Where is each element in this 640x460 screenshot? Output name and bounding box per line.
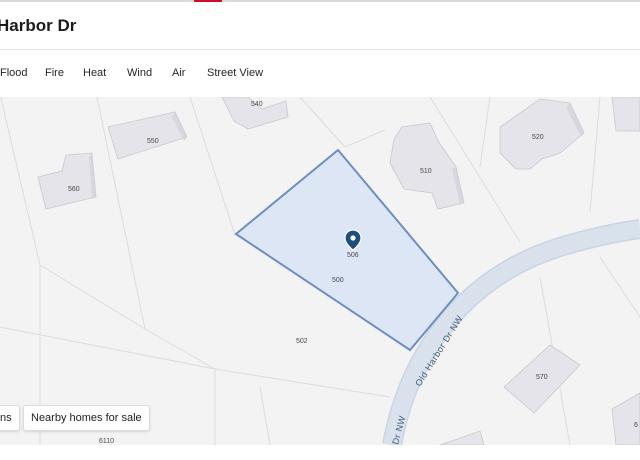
parcel-label: 520 (532, 134, 544, 141)
tab-flood[interactable]: Flood (0, 67, 28, 79)
map-canvas: Old Harbor Dr NW Dr NW 540 550 560 510 5… (0, 97, 640, 445)
map-view[interactable]: Old Harbor Dr NW Dr NW 540 550 560 510 5… (0, 97, 640, 445)
tab-air[interactable]: Air (172, 67, 185, 79)
parcel-label: 550 (147, 138, 159, 145)
tab-wind[interactable]: Wind (127, 67, 152, 79)
page-title: Harbor Dr (0, 16, 77, 35)
tab-fire[interactable]: Fire (45, 67, 64, 79)
parcel-label: 510 (420, 168, 432, 175)
parcel-label: 540 (251, 101, 263, 108)
map-chip[interactable]: ns (0, 405, 20, 431)
header: Harbor Dr (0, 2, 640, 50)
tab-street-view[interactable]: Street View (207, 67, 263, 79)
parcel-label: 506 (347, 252, 359, 259)
parcel-label: 6110 (99, 438, 114, 445)
parcel-label: 570 (536, 374, 548, 381)
parcel-label: 560 (68, 186, 80, 193)
nearby-homes-button[interactable]: Nearby homes for sale (23, 405, 150, 431)
risk-tabs: Flood Fire Heat Wind Air Street View (0, 50, 640, 97)
parcel-label: 500 (332, 277, 344, 284)
bottom-strip (0, 445, 640, 460)
parcel-label: 502 (296, 338, 308, 345)
parcel-label: 6 (634, 422, 638, 429)
tab-heat[interactable]: Heat (83, 67, 106, 79)
